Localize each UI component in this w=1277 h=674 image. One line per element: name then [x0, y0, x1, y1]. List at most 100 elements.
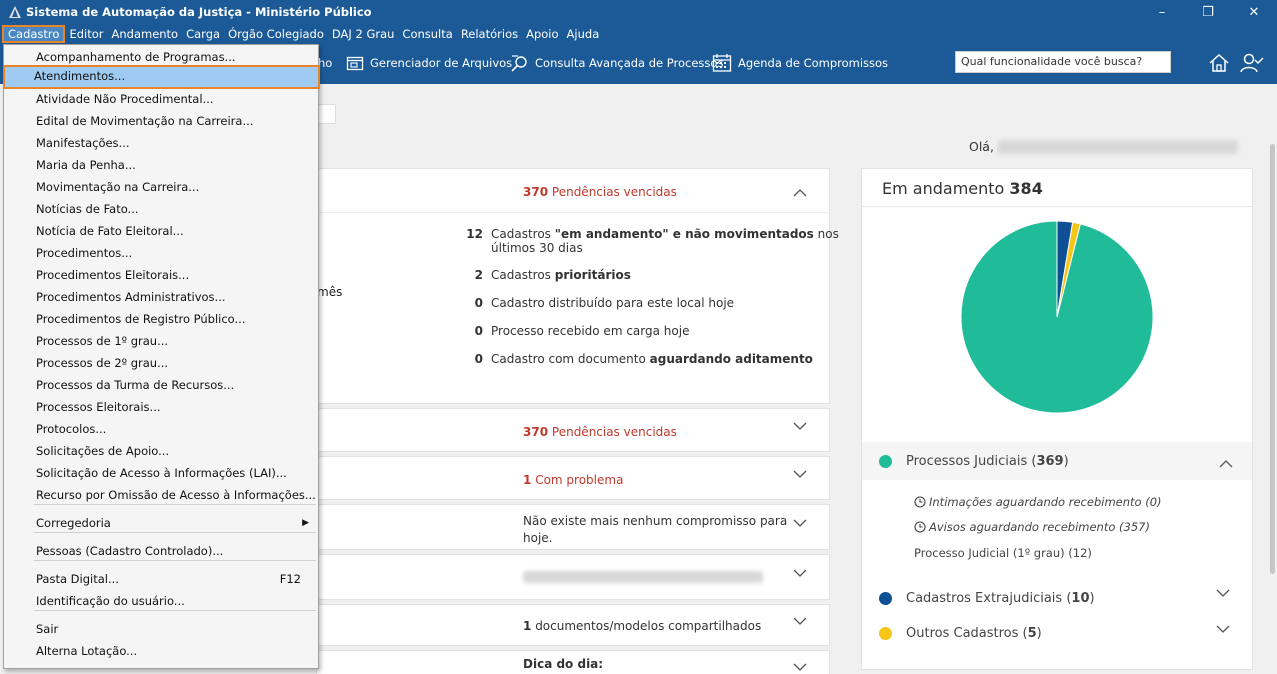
menu-item-pessoas-cadastro-controlado[interactable]: Pessoas (Cadastro Controlado)... — [5, 540, 317, 562]
appointments-text: Não existe mais nenhum compromisso para h… — [523, 513, 787, 547]
legend-outros-label: Outros Cadastros (5) — [906, 626, 1042, 641]
chevron-down-icon[interactable] — [1216, 625, 1230, 633]
menu-item-atendimentos[interactable]: Atendimentos... — [3, 65, 320, 89]
menu-item-movimentacao-carreira[interactable]: Movimentação na Carreira... — [5, 176, 317, 198]
sub-item-intimacoes[interactable]: Intimações aguardando recebimento (0) — [914, 495, 1162, 509]
chevron-down-icon[interactable] — [793, 470, 807, 478]
stat-bold: aguardando aditamento — [649, 352, 813, 366]
menu-item-maria-da-penha[interactable]: Maria da Penha... — [5, 154, 317, 176]
legend-outros[interactable]: Outros Cadastros (5) — [879, 626, 1042, 641]
menu-item-procedimentos-administrativos[interactable]: Procedimentos Administrativos... — [5, 286, 317, 308]
minimize-button[interactable]: – — [1139, 0, 1185, 24]
menu-item-sair[interactable]: Sair — [5, 618, 317, 640]
menu-item-identificacao-usuario[interactable]: Identificação do usuário... — [5, 590, 317, 612]
menu-item-noticia-fato-eleitoral[interactable]: Notícia de Fato Eleitoral... — [5, 220, 317, 242]
chevron-down-icon[interactable] — [793, 422, 807, 430]
toolbar-partial-label: ho — [318, 56, 333, 70]
menu-item-edital-movimentacao[interactable]: Edital de Movimentação na Carreira... — [5, 110, 317, 132]
chevron-down-icon[interactable] — [1216, 589, 1230, 597]
stat-number: 2 — [474, 268, 483, 282]
sub-item-processo-judicial[interactable]: Processo Judicial (1º grau) (12) — [914, 546, 1092, 560]
menu-item-procedimentos[interactable]: Procedimentos... — [5, 242, 317, 264]
scrollbar-thumb[interactable] — [1270, 144, 1275, 574]
search-icon — [511, 55, 527, 72]
maximize-button[interactable]: ❐ — [1185, 0, 1231, 24]
vertical-scrollbar[interactable] — [1268, 84, 1277, 674]
stat-number: 0 — [474, 296, 483, 310]
menu-item-recurso-omissao-acesso[interactable]: Recurso por Omissão de Acesso à Informaç… — [5, 484, 317, 506]
file-manager-button[interactable]: Gerenciador de Arquivos — [346, 52, 512, 74]
user-name-redacted — [998, 140, 1238, 154]
problem-panel[interactable]: 1 Com problema — [316, 456, 830, 500]
menu-daj-2-grau[interactable]: DAJ 2 Grau — [328, 25, 399, 43]
agenda-button[interactable]: Agenda de Compromissos — [712, 52, 888, 74]
menu-item-solicitacao-acesso-lai[interactable]: Solicitação de Acesso à Informações (LAI… — [5, 462, 317, 484]
menu-item-processos-2-grau[interactable]: Processos de 2º grau... — [5, 352, 317, 374]
chevron-down-icon[interactable] — [793, 617, 807, 625]
menu-item-label: Edital de Movimentação na Carreira... — [36, 114, 254, 128]
filter-input[interactable] — [316, 104, 336, 124]
stat-row-not-moved[interactable]: 12 Cadastros "em andamento" e não movime… — [465, 227, 839, 255]
calendar-icon — [712, 54, 732, 72]
sub-item-avisos[interactable]: Avisos aguardando recebimento (357) — [914, 520, 1150, 534]
menu-item-atividade-nao-procedimental[interactable]: Atividade Não Procedimental... — [5, 88, 317, 110]
menu-item-solicitacoes-apoio[interactable]: Solicitações de Apoio... — [5, 440, 317, 462]
pending-panel-header[interactable]: 370 Pendências vencidas — [317, 169, 829, 213]
blurred-panel[interactable] — [316, 554, 830, 600]
chevron-up-icon[interactable] — [1219, 460, 1233, 468]
menu-apoio[interactable]: Apoio — [522, 25, 562, 43]
menu-item-processos-turma-recursos[interactable]: Processos da Turma de Recursos... — [5, 374, 317, 396]
chevron-down-icon[interactable] — [793, 519, 807, 527]
tip-of-day-panel[interactable]: Dica do dia: — [316, 650, 830, 674]
shared-documents-panel[interactable]: 1 documentos/modelos compartilhados — [316, 604, 830, 646]
stat-row-priority[interactable]: 2 Cadastros prioritários — [465, 268, 631, 282]
menu-orgao-colegiado[interactable]: Órgão Colegiado — [224, 25, 328, 43]
chevron-down-icon[interactable] — [793, 569, 807, 577]
menu-item-alterna-lotacao[interactable]: Alterna Lotação... — [5, 640, 317, 662]
legend-judicial[interactable]: Processos Judiciais (369) — [879, 454, 1069, 469]
menu-item-protocolos[interactable]: Protocolos... — [5, 418, 317, 440]
toolbar-partial-item[interactable]: ho — [318, 52, 332, 74]
menu-editor[interactable]: Editor — [65, 25, 107, 43]
in-progress-label: Em andamento — [882, 179, 1005, 198]
chevron-down-icon[interactable] — [793, 663, 807, 671]
menu-item-corregedoria[interactable]: Corregedoria ▶ — [5, 512, 317, 534]
problem-count: 1 — [523, 473, 532, 487]
sub-item-label: Processo Judicial (1º grau) (12) — [914, 546, 1092, 560]
menu-cadastro[interactable]: Cadastro — [2, 25, 66, 43]
close-button[interactable]: ✕ — [1231, 0, 1277, 24]
stat-bold: prioritários — [554, 268, 631, 282]
menu-carga[interactable]: Carga — [182, 25, 224, 43]
pending-expired-text: 370 Pendências vencidas — [523, 425, 677, 439]
menu-item-shortcut: F12 — [279, 572, 301, 586]
stat-text: Cadastro distribuído para este local hoj… — [491, 296, 735, 310]
menu-item-noticias-de-fato[interactable]: Notícias de Fato... — [5, 198, 317, 220]
pending-text: Pendências vencidas — [551, 425, 677, 439]
menu-item-procedimentos-eleitorais[interactable]: Procedimentos Eleitorais... — [5, 264, 317, 286]
menu-item-processos-eleitorais[interactable]: Processos Eleitorais... — [5, 396, 317, 418]
menu-item-label: Maria da Penha... — [36, 158, 136, 172]
menu-item-label: Pessoas (Cadastro Controlado)... — [36, 544, 224, 558]
advanced-search-button[interactable]: Consulta Avançada de Processos — [509, 52, 723, 74]
menu-item-processos-1-grau[interactable]: Processos de 1º grau... — [5, 330, 317, 352]
menu-item-label: Sair — [36, 622, 59, 636]
menu-item-manifestacoes[interactable]: Manifestações... — [5, 132, 317, 154]
menu-relatorios[interactable]: Relatórios — [457, 25, 522, 43]
menu-ajuda[interactable]: Ajuda — [563, 25, 604, 43]
home-icon[interactable] — [1208, 52, 1230, 74]
menu-item-label: Processos Eleitorais... — [36, 400, 161, 414]
chevron-up-icon[interactable] — [793, 189, 807, 197]
legend-extrajudicial[interactable]: Cadastros Extrajudiciais (10) — [879, 591, 1095, 606]
menu-consulta[interactable]: Consulta — [398, 25, 456, 43]
pending-panel-2[interactable]: 370 Pendências vencidas — [316, 408, 830, 452]
stat-row-distributed[interactable]: 0 Cadastro distribuído para este local h… — [465, 296, 734, 310]
legend-count: 5 — [1027, 626, 1037, 641]
stat-row-received[interactable]: 0 Processo recebido em carga hoje — [465, 324, 690, 338]
menu-item-procedimentos-registro-publico[interactable]: Procedimentos de Registro Público... — [5, 308, 317, 330]
functionality-search-input[interactable]: Qual funcionalidade você busca? — [955, 51, 1171, 73]
stat-row-addendum[interactable]: 0 Cadastro com documento aguardando adit… — [465, 352, 813, 366]
menu-andamento[interactable]: Andamento — [107, 25, 182, 43]
users-icon[interactable] — [1240, 52, 1264, 74]
menu-item-pasta-digital[interactable]: Pasta Digital... F12 — [5, 568, 317, 590]
appointments-panel[interactable]: Não existe mais nenhum compromisso para h… — [316, 504, 830, 550]
